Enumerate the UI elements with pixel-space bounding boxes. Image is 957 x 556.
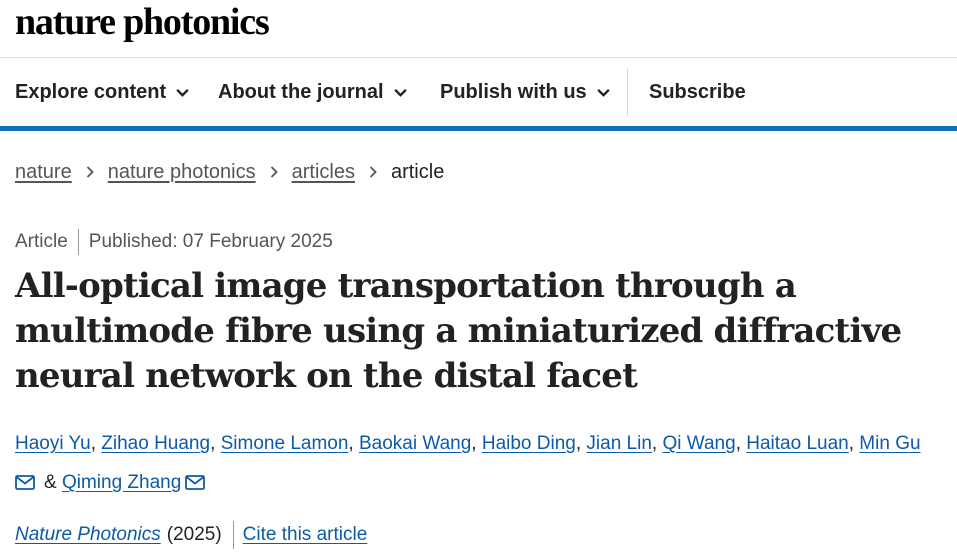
author-link-qiming-zhang[interactable]: Qiming Zhang bbox=[62, 472, 181, 493]
chevron-down-icon bbox=[176, 88, 189, 97]
main-nav: Explore content About the journal Publis… bbox=[0, 58, 957, 126]
meta-divider bbox=[77, 229, 79, 255]
mail-icon[interactable] bbox=[185, 475, 206, 490]
site-logo[interactable]: nature photonics bbox=[15, 2, 270, 42]
author-link[interactable]: Haitao Luan bbox=[746, 433, 848, 454]
author-link[interactable]: Baokai Wang bbox=[359, 433, 471, 454]
publication-year: (2025) bbox=[166, 524, 222, 545]
author-link[interactable]: Simone Lamon bbox=[221, 433, 349, 454]
breadcrumb-articles[interactable]: articles bbox=[292, 161, 355, 184]
nav-explore-content-label: Explore content bbox=[15, 80, 167, 103]
cite-divider bbox=[232, 521, 234, 549]
author-separator: , bbox=[735, 433, 747, 454]
author-link[interactable]: Haoyi Yu bbox=[15, 433, 91, 454]
author-separator: , bbox=[90, 433, 102, 454]
article-meta: Article Published: 07 February 2025 bbox=[15, 228, 333, 256]
chevron-down-icon bbox=[393, 88, 407, 97]
author-separator: , bbox=[210, 433, 221, 454]
chevron-right-icon bbox=[86, 166, 94, 178]
nav-explore-content[interactable]: Explore content bbox=[15, 58, 190, 126]
chevron-down-icon bbox=[596, 88, 610, 97]
journal-link[interactable]: Nature Photonics bbox=[15, 524, 161, 546]
nav-subscribe-label: Subscribe bbox=[649, 80, 746, 103]
author-link[interactable]: Zihao Huang bbox=[101, 433, 210, 454]
publish-date: Published: 07 February 2025 bbox=[88, 231, 333, 252]
chevron-right-icon bbox=[270, 166, 278, 178]
cite-this-article-link[interactable]: Cite this article bbox=[243, 524, 368, 546]
nav-divider bbox=[627, 68, 628, 116]
nav-about-journal[interactable]: About the journal bbox=[218, 58, 408, 126]
chevron-right-icon bbox=[369, 166, 377, 178]
breadcrumb: nature nature photonics articles article bbox=[15, 158, 444, 186]
nav-publish-with-us[interactable]: Publish with us bbox=[440, 58, 611, 126]
mail-icon[interactable] bbox=[15, 475, 35, 490]
nav-accent-bar bbox=[0, 126, 957, 131]
author-separator: , bbox=[575, 433, 587, 454]
author-link[interactable]: Haibo Ding bbox=[482, 433, 576, 454]
author-separator: , bbox=[848, 433, 860, 454]
breadcrumb-current: article bbox=[390, 160, 445, 183]
breadcrumb-nature[interactable]: nature bbox=[15, 161, 72, 184]
article-type: Article bbox=[15, 231, 68, 252]
nav-subscribe[interactable]: Subscribe bbox=[649, 58, 746, 126]
citation-line: Nature Photonics (2025) Cite this articl… bbox=[15, 520, 367, 550]
nav-about-journal-label: About the journal bbox=[218, 80, 384, 103]
author-separator: , bbox=[471, 433, 482, 454]
author-link[interactable]: Qi Wang bbox=[662, 433, 735, 454]
author-link[interactable]: Jian Lin bbox=[586, 433, 652, 454]
breadcrumb-nature-photonics[interactable]: nature photonics bbox=[108, 161, 256, 184]
authors-and: & bbox=[44, 472, 57, 493]
author-link[interactable]: Min Gu bbox=[859, 433, 920, 454]
author-list: Haoyi Yu, Zihao Huang, Simone Lamon, Bao… bbox=[15, 424, 950, 502]
nav-publish-with-us-label: Publish with us bbox=[440, 80, 587, 103]
author-separator: , bbox=[348, 433, 359, 454]
author-separator: , bbox=[651, 433, 663, 454]
article-title: All-optical image transportation through… bbox=[15, 266, 902, 396]
